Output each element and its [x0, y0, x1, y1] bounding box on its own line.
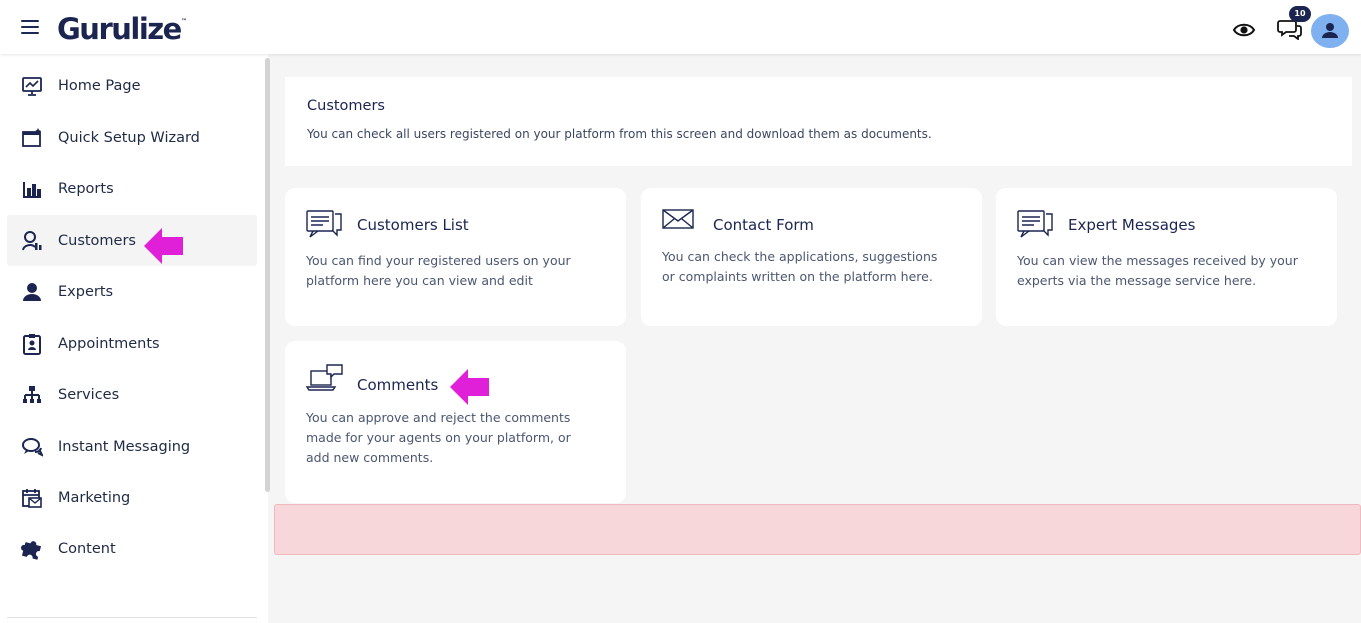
bar-chart-icon — [21, 178, 43, 200]
page-header-card: Customers You can check all users regist… — [285, 77, 1352, 166]
sidebar-item-appointments[interactable]: Appointments — [7, 318, 257, 369]
sitemap-icon — [21, 384, 43, 406]
sidebar-item-label: Customers — [58, 232, 136, 249]
list-chat-icon — [306, 210, 342, 238]
sidebar-item-instant-messaging[interactable]: Instant Messaging — [7, 421, 257, 472]
annotation-arrow-customers — [144, 228, 183, 264]
card-description: You can find your registered users on yo… — [306, 253, 571, 288]
sidebar-item-services[interactable]: Services — [7, 369, 257, 420]
sidebar-item-content[interactable]: Content — [7, 523, 257, 574]
sidebar-item-label: Quick Setup Wizard — [58, 129, 200, 146]
user-avatar[interactable] — [1311, 14, 1349, 48]
message-count-badge: 10 — [1289, 6, 1311, 22]
sidebar-item-label: Home Page — [58, 77, 141, 94]
sidebar-item-label: Reports — [58, 180, 114, 197]
card-title: Contact Form — [713, 216, 814, 234]
page-description: You can check all users registered on yo… — [307, 127, 932, 141]
customers-list-card[interactable]: Customers List You can find your registe… — [285, 188, 626, 326]
card-description: You can view the messages received by yo… — [1017, 253, 1298, 288]
sidebar-item-customers[interactable]: Customers — [7, 215, 257, 266]
page-title: Customers — [307, 98, 385, 114]
comments-card[interactable]: Comments You can approve and reject the … — [285, 341, 626, 503]
sidebar-scrollbar[interactable] — [265, 58, 270, 492]
monitor-chart-icon — [21, 75, 43, 97]
sidebar-item-label: Instant Messaging — [58, 438, 191, 455]
eye-icon[interactable] — [1232, 19, 1256, 41]
person-icon — [21, 281, 43, 303]
card-title: Expert Messages — [1068, 216, 1196, 234]
top-bar: Gurulize™ 10 — [0, 0, 1361, 54]
alert-bar — [274, 504, 1361, 555]
sidebar-divider — [7, 617, 257, 618]
calendar-mail-icon — [21, 487, 43, 509]
sidebar-item-quick-setup-wizard[interactable]: Quick Setup Wizard — [7, 112, 257, 163]
clipboard-user-icon — [21, 333, 43, 355]
user-icon — [1322, 23, 1338, 38]
card-description: You can approve and reject the comments … — [306, 410, 571, 465]
contact-form-card[interactable]: Contact Form You can check the applicati… — [641, 188, 982, 326]
sidebar-item-reports[interactable]: Reports — [7, 163, 257, 214]
card-title: Customers List — [357, 216, 469, 234]
sidebar-item-label: Services — [58, 386, 120, 403]
card-title: Comments — [357, 376, 439, 394]
expert-messages-card[interactable]: Expert Messages You can view the message… — [996, 188, 1337, 326]
sidebar-item-label: Appointments — [58, 335, 160, 352]
sidebar-item-home-page[interactable]: Home Page — [7, 60, 257, 111]
sidebar-item-label: Experts — [58, 283, 114, 300]
sidebar-item-label: Content — [58, 540, 116, 557]
sidebar-item-experts[interactable]: Experts — [7, 266, 257, 317]
customers-icon — [21, 230, 43, 252]
list-chat-icon — [1017, 210, 1053, 238]
card-description: You can check the applications, suggesti… — [662, 249, 938, 284]
hamburger-menu-icon[interactable] — [21, 20, 39, 34]
envelope-icon — [662, 209, 694, 229]
logo[interactable]: Gurulize™ — [57, 12, 187, 46]
wizard-window-icon — [21, 127, 43, 149]
chat-icon — [21, 436, 43, 458]
laptop-comment-icon — [305, 364, 343, 391]
sidebar-item-marketing[interactable]: Marketing — [7, 472, 257, 523]
annotation-arrow-comments — [450, 369, 489, 405]
puzzle-icon — [21, 538, 43, 560]
sidebar-item-label: Marketing — [58, 489, 131, 506]
